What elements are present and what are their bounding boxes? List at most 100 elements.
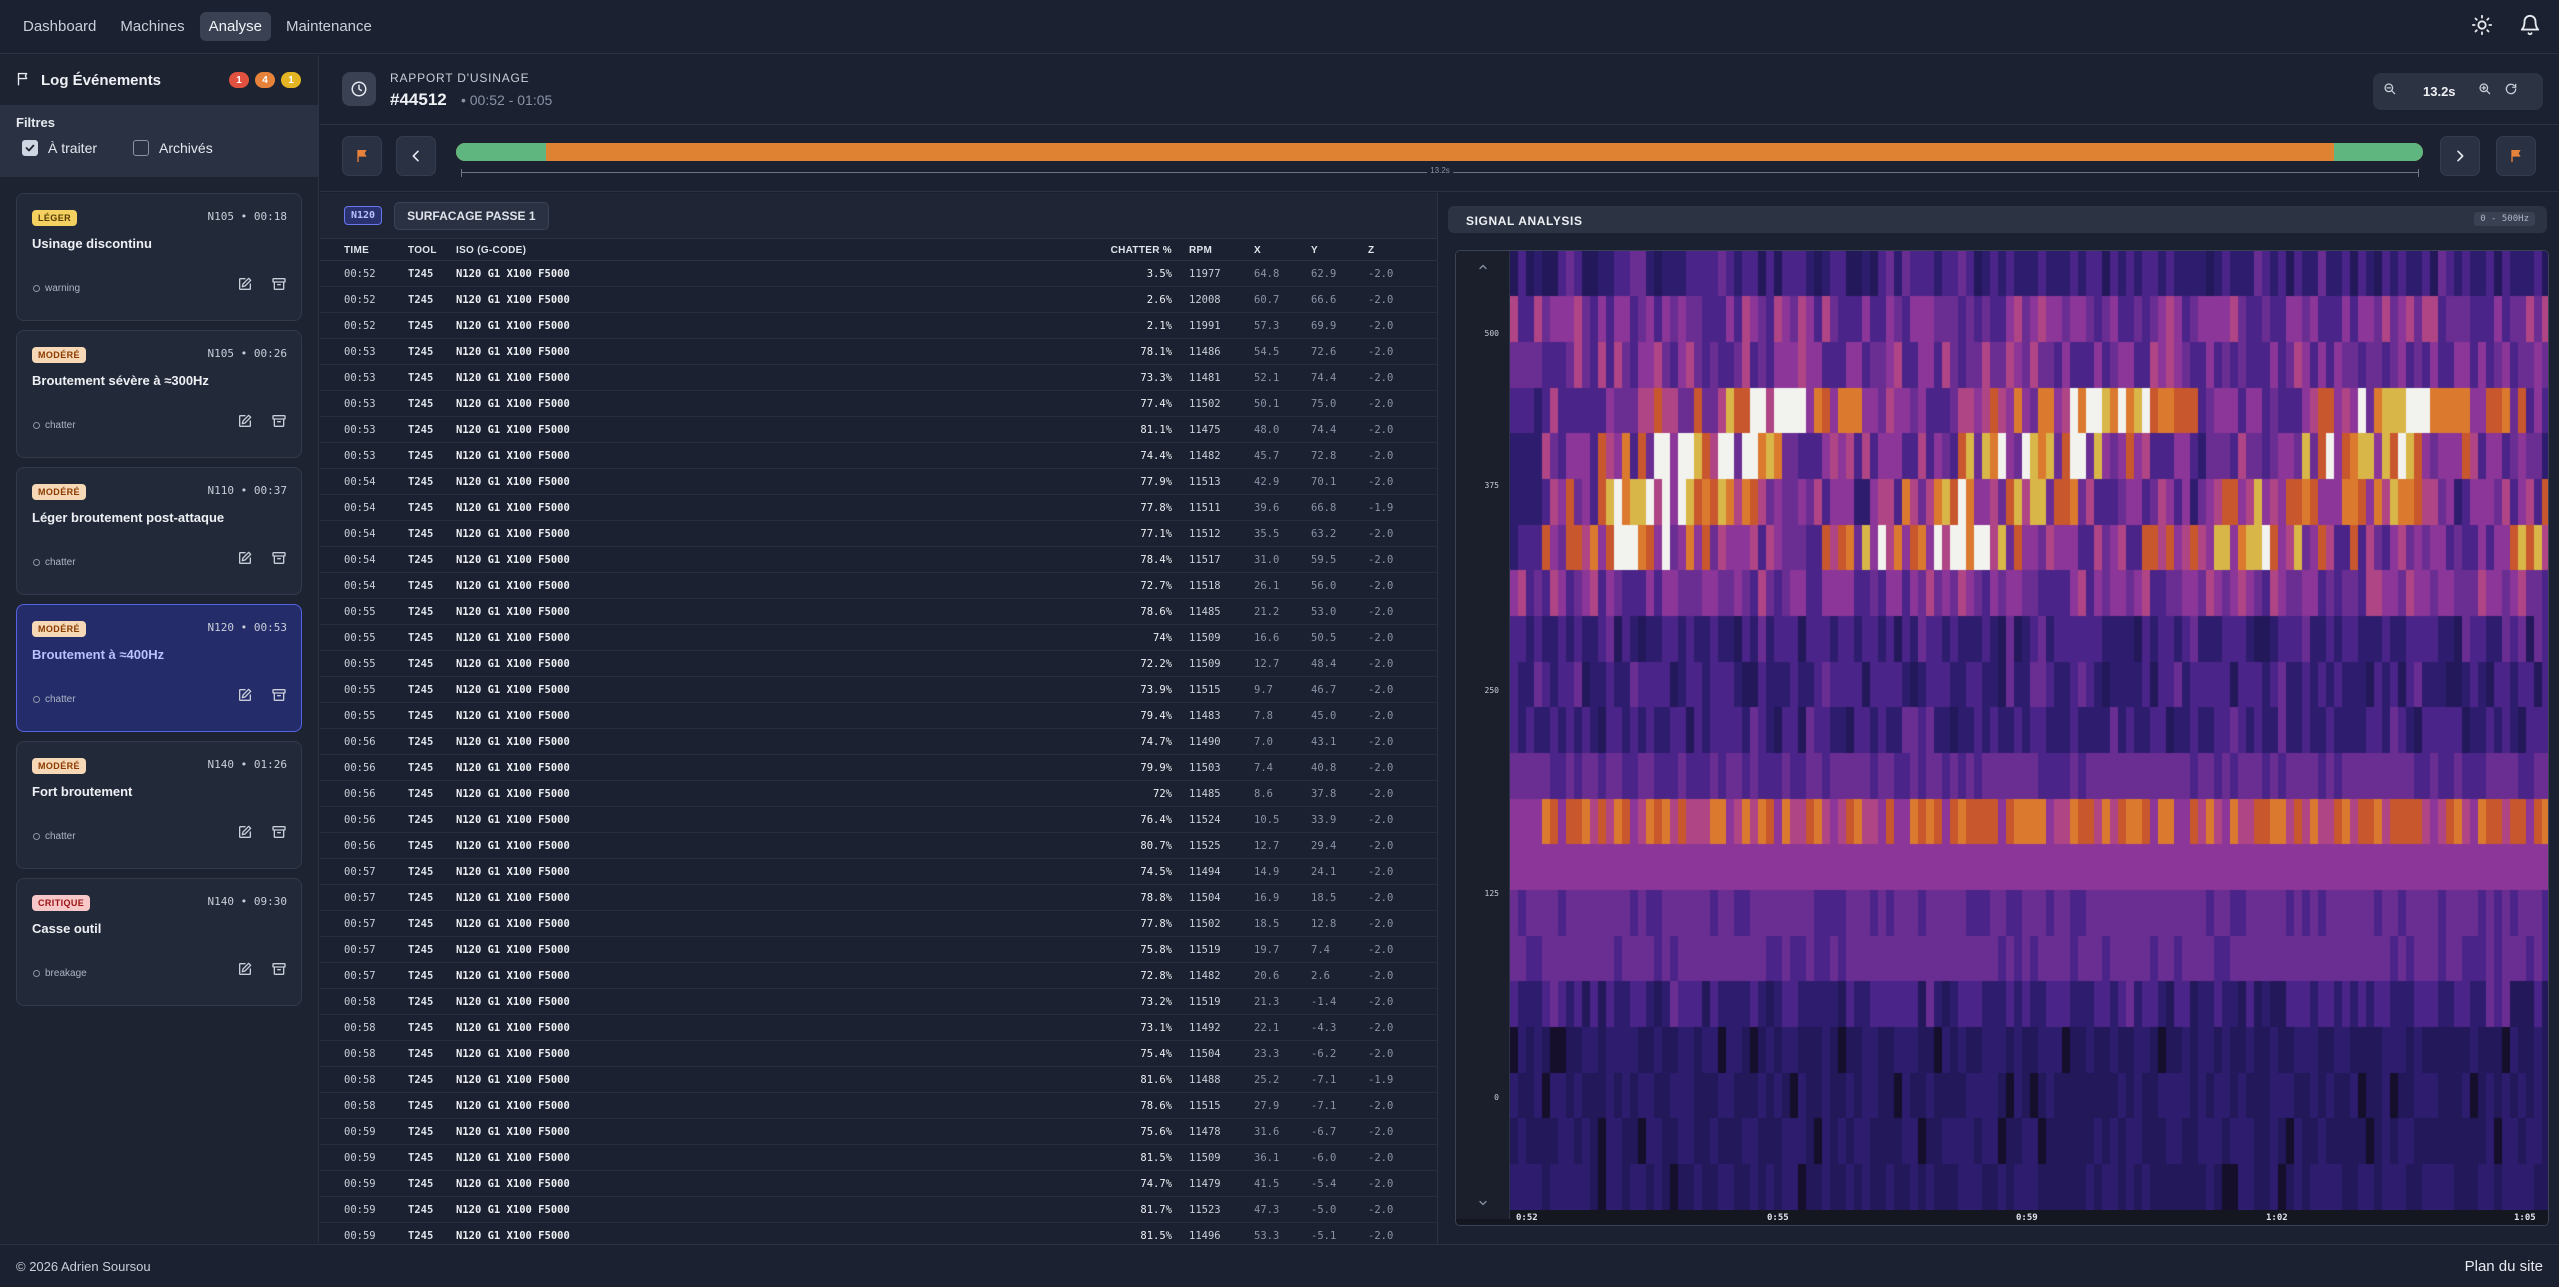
to-process-checkbox[interactable] [22, 140, 38, 156]
table-row[interactable]: 00:58 T245 N120 G1 X100 F5000 73.1% 11492 22.… [320, 1015, 1437, 1041]
archive-icon[interactable] [271, 276, 287, 297]
signal-analysis-header: SIGNAL ANALYSIS 0 - 500Hz [1448, 206, 2547, 233]
table-row[interactable]: 00:53 T245 N120 G1 X100 F5000 74.4% 11482 45.… [320, 443, 1437, 469]
event-card[interactable]: MODÉRÉ N105 • 00:26 Broutement sévère à ≈3… [16, 330, 302, 458]
cell-time: 00:57 [344, 866, 376, 878]
table-row[interactable]: 00:54 T245 N120 G1 X100 F5000 78.4% 11517 31.… [320, 547, 1437, 573]
flag-end-button[interactable] [2496, 136, 2536, 176]
table-row[interactable]: 00:57 T245 N120 G1 X100 F5000 72.8% 11482 20.… [320, 963, 1437, 989]
sitemap-link[interactable]: Plan du site [2465, 1258, 2543, 1275]
archived-checkbox[interactable] [133, 140, 150, 156]
edit-icon[interactable] [237, 687, 253, 708]
table-row[interactable]: 00:58 T245 N120 G1 X100 F5000 75.4% 11504 23.… [320, 1041, 1437, 1067]
nav-machines[interactable]: Machines [111, 12, 193, 41]
tag-circle-icon [33, 696, 40, 703]
spectrogram-heatmap[interactable] [1510, 251, 2548, 1210]
table-row[interactable]: 00:58 T245 N120 G1 X100 F5000 73.2% 11519 21.… [320, 989, 1437, 1015]
table-row[interactable]: 00:52 T245 N120 G1 X100 F5000 3.5% 11977 64.8… [320, 261, 1437, 287]
table-row[interactable]: 00:54 T245 N120 G1 X100 F5000 72.7% 11518 26.… [320, 573, 1437, 599]
table-row[interactable]: 00:57 T245 N120 G1 X100 F5000 74.5% 11494 14.… [320, 859, 1437, 885]
table-row[interactable]: 00:57 T245 N120 G1 X100 F5000 78.8% 11504 16.… [320, 885, 1437, 911]
table-row[interactable]: 00:59 T245 N120 G1 X100 F5000 81.7% 11523 47.… [320, 1197, 1437, 1223]
edit-icon[interactable] [237, 961, 253, 982]
table-row[interactable]: 00:57 T245 N120 G1 X100 F5000 77.8% 11502 18.… [320, 911, 1437, 937]
table-row[interactable]: 00:56 T245 N120 G1 X100 F5000 80.7% 11525 12.… [320, 833, 1437, 859]
table-row[interactable]: 00:59 T245 N120 G1 X100 F5000 81.5% 11496 53.… [320, 1223, 1437, 1244]
cell-time: 00:53 [344, 372, 376, 384]
nav-dashboard[interactable]: Dashboard [14, 12, 105, 41]
table-row[interactable]: 00:53 T245 N120 G1 X100 F5000 81.1% 11475 48.… [320, 417, 1437, 443]
notifications-bell-icon[interactable] [2519, 14, 2541, 41]
edit-icon[interactable] [237, 824, 253, 845]
table-row[interactable]: 00:52 T245 N120 G1 X100 F5000 2.6% 12008 60.7… [320, 287, 1437, 313]
archive-icon[interactable] [271, 687, 287, 708]
nav-maintenance[interactable]: Maintenance [277, 12, 381, 41]
event-card[interactable]: LÉGER N105 • 00:18 Usinage discontinu warni… [16, 193, 302, 321]
timeline-track[interactable] [456, 143, 2423, 161]
zoom-out-icon[interactable] [2383, 82, 2397, 101]
table-row[interactable]: 00:56 T245 N120 G1 X100 F5000 76.4% 11524 10.… [320, 807, 1437, 833]
archive-icon[interactable] [271, 550, 287, 571]
next-button[interactable] [2440, 136, 2480, 176]
table-row[interactable]: 00:59 T245 N120 G1 X100 F5000 75.6% 11478 31.… [320, 1119, 1437, 1145]
archive-icon[interactable] [271, 824, 287, 845]
theme-toggle-sun-icon[interactable] [2471, 14, 2493, 41]
cell-x: 23.3 [1254, 1048, 1280, 1060]
table-row[interactable]: 00:55 T245 N120 G1 X100 F5000 78.6% 11485 21.… [320, 599, 1437, 625]
table-row[interactable]: 00:56 T245 N120 G1 X100 F5000 79.9% 11503 7.4… [320, 755, 1437, 781]
severity-badge: MODÉRÉ [32, 484, 86, 500]
zoom-in-icon[interactable] [2478, 82, 2492, 101]
table-row[interactable]: 00:55 T245 N120 G1 X100 F5000 73.9% 11515 9.7… [320, 677, 1437, 703]
table-row[interactable]: 00:53 T245 N120 G1 X100 F5000 73.3% 11481 52.… [320, 365, 1437, 391]
header-chatter[interactable]: CHATTER % [1111, 245, 1172, 256]
cell-x: 8.6 [1254, 788, 1273, 800]
table-row[interactable]: 00:55 T245 N120 G1 X100 F5000 72.2% 11509 12.… [320, 651, 1437, 677]
archive-icon[interactable] [271, 961, 287, 982]
table-row[interactable]: 00:54 T245 N120 G1 X100 F5000 77.8% 11511 39.… [320, 495, 1437, 521]
table-row[interactable]: 00:56 T245 N120 G1 X100 F5000 72% 11485 8.6 37… [320, 781, 1437, 807]
table-row[interactable]: 00:59 T245 N120 G1 X100 F5000 81.5% 11509 36.… [320, 1145, 1437, 1171]
edit-icon[interactable] [237, 276, 253, 297]
chevron-up-icon[interactable] [1477, 261, 1489, 273]
table-row[interactable]: 00:54 T245 N120 G1 X100 F5000 77.9% 11513 42.… [320, 469, 1437, 495]
chevron-down-icon[interactable] [1477, 1197, 1489, 1209]
event-card[interactable]: MODÉRÉ N110 • 00:37 Léger broutement post-… [16, 467, 302, 595]
flag-start-button[interactable] [342, 136, 382, 176]
archived-label[interactable]: Archivés [159, 140, 213, 156]
operation-chip[interactable]: SURFACAGE PASSE 1 [394, 201, 549, 230]
table-row[interactable]: 00:54 T245 N120 G1 X100 F5000 77.1% 11512 35.… [320, 521, 1437, 547]
header-rpm[interactable]: RPM [1189, 245, 1212, 256]
header-time[interactable]: TIME [344, 245, 369, 256]
header-z[interactable]: Z [1368, 245, 1374, 256]
cell-chatter: 74.7% [1140, 1178, 1172, 1190]
nav-analyse[interactable]: Analyse [199, 12, 271, 41]
event-title: Fort broutement [32, 784, 133, 799]
cell-tool: T245 [408, 840, 434, 852]
cell-tool: T245 [408, 892, 434, 904]
header-y[interactable]: Y [1311, 245, 1318, 256]
table-row[interactable]: 00:52 T245 N120 G1 X100 F5000 2.1% 11991 57.3… [320, 313, 1437, 339]
table-row[interactable]: 00:53 T245 N120 G1 X100 F5000 78.1% 11486 54.… [320, 339, 1437, 365]
to-process-label[interactable]: À traiter [48, 140, 97, 156]
table-row[interactable]: 00:57 T245 N120 G1 X100 F5000 75.8% 11519 19.… [320, 937, 1437, 963]
table-row[interactable]: 00:55 T245 N120 G1 X100 F5000 79.4% 11483 7.8… [320, 703, 1437, 729]
block-number-chip[interactable]: N120 [344, 206, 383, 225]
archive-icon[interactable] [271, 413, 287, 434]
edit-icon[interactable] [237, 413, 253, 434]
table-row[interactable]: 00:53 T245 N120 G1 X100 F5000 77.4% 11502 50.… [320, 391, 1437, 417]
event-card[interactable]: MODÉRÉ N120 • 00:53 Broutement à ≈400Hz cha… [16, 604, 302, 732]
header-tool[interactable]: TOOL [408, 245, 437, 256]
event-tag: chatter [33, 831, 76, 842]
previous-button[interactable] [396, 136, 436, 176]
reset-zoom-icon[interactable] [2504, 82, 2518, 101]
table-row[interactable]: 00:58 T245 N120 G1 X100 F5000 81.6% 11488 25.… [320, 1067, 1437, 1093]
event-card[interactable]: MODÉRÉ N140 • 01:26 Fort broutement chatter [16, 741, 302, 869]
edit-icon[interactable] [237, 550, 253, 571]
header-x[interactable]: X [1254, 245, 1261, 256]
header-iso[interactable]: ISO (G-CODE) [456, 245, 526, 256]
event-card[interactable]: CRITIQUE N140 • 09:30 Casse outil breakage [16, 878, 302, 1006]
table-row[interactable]: 00:58 T245 N120 G1 X100 F5000 78.6% 11515 27.… [320, 1093, 1437, 1119]
table-row[interactable]: 00:56 T245 N120 G1 X100 F5000 74.7% 11490 7.0… [320, 729, 1437, 755]
table-row[interactable]: 00:55 T245 N120 G1 X100 F5000 74% 11509 16.6 5… [320, 625, 1437, 651]
table-row[interactable]: 00:59 T245 N120 G1 X100 F5000 74.7% 11479 41.… [320, 1171, 1437, 1197]
